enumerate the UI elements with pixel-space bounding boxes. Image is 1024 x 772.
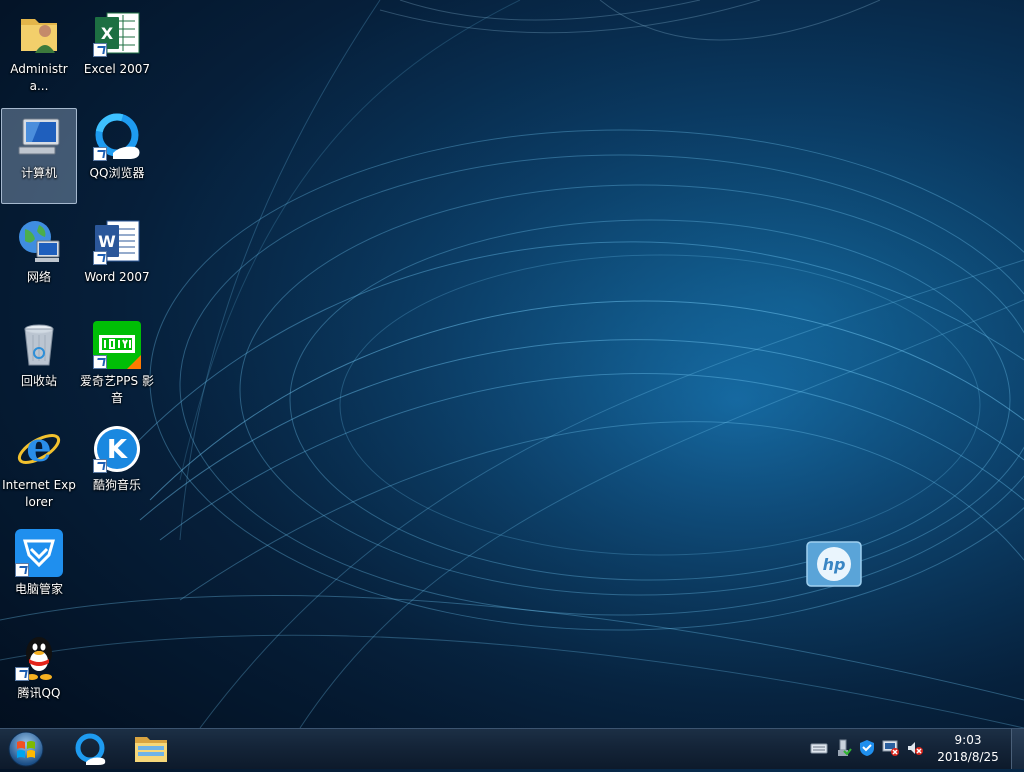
iqiyi-icon <box>93 321 141 369</box>
desktop-icon-word-2007[interactable]: W Word 2007 <box>79 212 155 308</box>
pc-manager-icon <box>15 529 63 577</box>
desktop-icon-excel-2007[interactable]: X Excel 2007 <box>79 4 155 100</box>
svg-text:hp: hp <box>823 555 846 574</box>
desktop-icon-recycle-bin[interactable]: 回收站 <box>1 316 77 412</box>
qq-browser-icon <box>75 733 106 765</box>
shortcut-arrow-icon <box>93 43 107 57</box>
clock[interactable]: 9:03 2018/8/25 <box>932 732 1004 766</box>
desktop-icon-label: 酷狗音乐 <box>92 478 141 492</box>
shortcut-arrow-icon <box>93 251 107 265</box>
taskbar-file-explorer-button[interactable] <box>123 731 179 767</box>
recycle-bin-icon <box>15 321 63 369</box>
taskbar: 9:03 2018/8/25 <box>0 728 1024 769</box>
show-desktop-button[interactable] <box>1011 729 1024 769</box>
desktop-icon-qq-browser[interactable]: QQ浏览器 <box>79 108 155 204</box>
desktop-icon-label: Administra... <box>10 62 68 93</box>
svg-text:X: X <box>101 24 114 43</box>
desktop-icon-label: Excel 2007 <box>83 62 151 76</box>
svg-text:e: e <box>26 425 51 471</box>
excel-icon: X <box>93 9 141 57</box>
desktop-icon-label: 腾讯QQ <box>17 686 61 700</box>
clock-date: 2018/8/25 <box>937 750 999 764</box>
ie-icon: e <box>15 424 63 473</box>
hp-logo: hp <box>806 541 862 587</box>
usb-icon[interactable] <box>834 739 852 757</box>
desktop-icon-pc-manager[interactable]: 电脑管家 <box>1 524 77 620</box>
folder-icon <box>135 737 167 762</box>
desktop-icon-label: Internet Explorer <box>2 478 76 509</box>
volume-muted-icon[interactable] <box>906 739 924 757</box>
system-tray: 9:03 2018/8/25 <box>804 729 1024 769</box>
desktop-icon-iqiyi[interactable]: 爱奇艺PPS 影音 <box>79 316 155 412</box>
desktop-icon-label: QQ浏览器 <box>89 166 145 180</box>
taskbar-qq-browser-button[interactable] <box>62 731 118 767</box>
clock-time: 9:03 <box>954 733 982 747</box>
start-button[interactable] <box>4 730 48 768</box>
desktop-icon-label: 爱奇艺PPS 影音 <box>80 374 154 405</box>
desktop-icon-label: 网络 <box>26 270 51 284</box>
svg-text:K: K <box>107 435 128 465</box>
qq-icon <box>15 633 63 681</box>
svg-text:W: W <box>98 232 116 251</box>
network-disconnected-icon[interactable] <box>882 739 900 757</box>
word-icon: W <box>93 217 141 265</box>
desktop-icon-label: 计算机 <box>20 166 57 180</box>
desktop-icon-label: Word 2007 <box>84 270 150 284</box>
security-shield-icon[interactable] <box>858 739 876 757</box>
qq-browser-icon <box>93 113 141 161</box>
keyboard-icon[interactable] <box>810 739 828 757</box>
desktop-icon-internet-explorer[interactable]: e Internet Explorer <box>1 420 77 516</box>
desktop-icon-administrator[interactable]: Administra... <box>1 4 77 100</box>
shortcut-arrow-icon <box>93 147 107 161</box>
desktop-icon-qq[interactable]: 腾讯QQ <box>1 628 77 724</box>
shortcut-arrow-icon <box>15 667 29 681</box>
desktop-icon-label: 回收站 <box>20 374 57 388</box>
user-folder-icon <box>15 9 63 57</box>
kugou-icon: K <box>93 425 141 473</box>
shortcut-arrow-icon <box>93 355 107 369</box>
desktop-icon-kugou[interactable]: K 酷狗音乐 <box>79 420 155 516</box>
desktop-icon-label: 电脑管家 <box>14 582 63 596</box>
desktop-icon-computer[interactable]: 计算机 <box>1 108 77 204</box>
shortcut-arrow-icon <box>93 459 107 473</box>
shortcut-arrow-icon <box>15 563 29 577</box>
computer-icon <box>15 113 63 161</box>
desktop-icon-network[interactable]: 网络 <box>1 212 77 308</box>
network-icon <box>15 217 63 265</box>
